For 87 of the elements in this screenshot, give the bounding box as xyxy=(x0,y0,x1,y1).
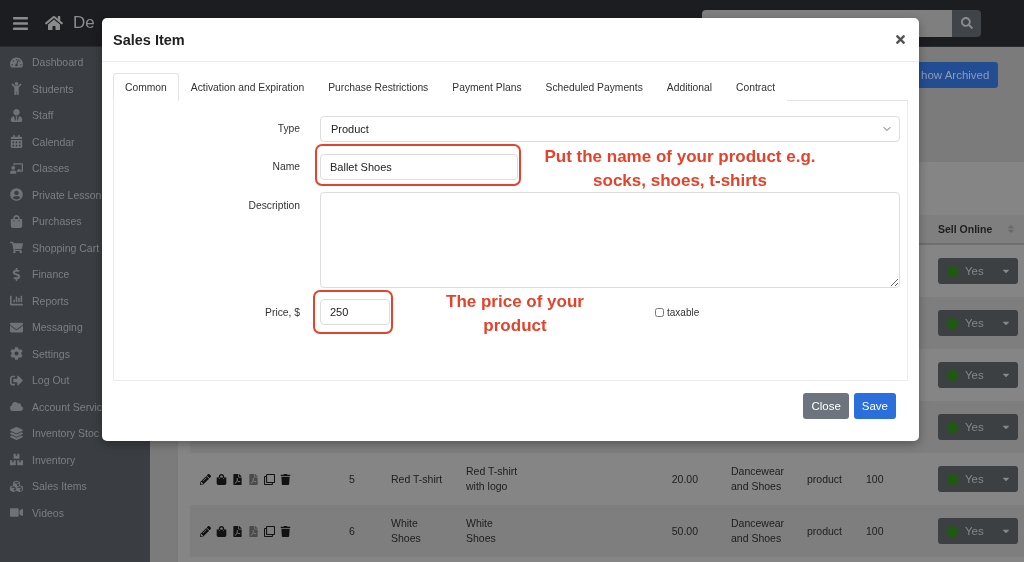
cart-icon xyxy=(8,241,25,255)
table-cell-text: White Shoes xyxy=(465,516,497,546)
sidebar-item[interactable]: Log Out xyxy=(0,367,150,394)
table-cell-text: Red T-shirt xyxy=(390,471,444,487)
sidebar-item[interactable]: Inventory xyxy=(0,446,150,473)
pencil-icon[interactable] xyxy=(200,525,211,537)
bag-icon xyxy=(8,214,25,228)
search-button[interactable] xyxy=(952,9,981,37)
sell-online-dropdown[interactable]: Yes xyxy=(938,310,1018,336)
field-label: Price, $ xyxy=(264,306,300,320)
sidebar-item[interactable]: Staff xyxy=(0,102,150,129)
copy-icon[interactable] xyxy=(264,473,275,485)
home-icon[interactable] xyxy=(45,14,63,32)
save-button[interactable]: Save xyxy=(853,393,896,419)
sidebar-item[interactable]: Sales Items xyxy=(0,473,150,500)
sidebar-item[interactable]: Shopping Cart xyxy=(0,234,150,261)
table-cell-text: 20.00 xyxy=(670,471,699,487)
table-cell-text: 6 xyxy=(348,523,356,539)
pencil-icon[interactable] xyxy=(200,473,211,485)
table-cell-text: White Shoes xyxy=(390,516,422,546)
menu-icon[interactable] xyxy=(12,14,29,32)
table-cell-text: product xyxy=(806,471,844,487)
bag-icon[interactable] xyxy=(216,473,227,485)
table-cell-text: Red T-shirt with logo xyxy=(465,464,519,494)
bag-icon[interactable] xyxy=(216,525,227,537)
field-label: Name xyxy=(271,160,300,174)
layers-icon xyxy=(8,426,25,440)
sidebar-item[interactable]: Messaging xyxy=(0,314,150,341)
field-label: Type xyxy=(276,122,300,136)
annotation-text: The price of your product xyxy=(445,291,585,337)
type-select[interactable]: Product xyxy=(320,116,900,142)
envelope-icon xyxy=(8,320,25,334)
exit-icon xyxy=(8,373,25,387)
tab[interactable]: Common xyxy=(113,73,179,101)
calendar-icon xyxy=(8,135,25,149)
table-cell-text: product xyxy=(806,523,844,539)
pdf-file-icon[interactable] xyxy=(232,525,243,537)
table-cell-text: 50.00 xyxy=(670,523,699,539)
close-button[interactable]: Close xyxy=(803,393,849,419)
table-cell-text: Dancewear and Shoes xyxy=(730,464,785,494)
sidebar-item[interactable]: Dashboard xyxy=(0,49,150,76)
person-icon xyxy=(8,108,25,122)
table-cell-text: 5 xyxy=(348,471,356,487)
trash-icon[interactable] xyxy=(280,473,291,485)
sidebar-item[interactable]: Private Lesson xyxy=(0,181,150,208)
gauge-icon xyxy=(8,55,25,69)
sidebar-item[interactable]: Classes xyxy=(0,155,150,182)
copy-icon[interactable] xyxy=(264,525,275,537)
sell-online-dropdown[interactable]: Yes xyxy=(938,362,1018,388)
dialog-title: Sales Item xyxy=(113,31,185,48)
gear-icon xyxy=(8,347,25,361)
sidebar-item[interactable]: Calendar xyxy=(0,128,150,155)
table-cell-text: 100 xyxy=(865,523,885,539)
sell-online-dropdown[interactable]: Yes xyxy=(938,518,1018,544)
name-input[interactable]: Ballet Shoes xyxy=(320,154,518,180)
sidebar-item[interactable]: Account Servic xyxy=(0,393,150,420)
sidebar-item[interactable]: Videos xyxy=(0,499,150,526)
bar-chart-icon xyxy=(8,294,25,308)
close-icon[interactable] xyxy=(894,33,907,46)
description-field[interactable] xyxy=(320,192,900,288)
price-input[interactable]: 250 xyxy=(320,299,390,325)
trash-icon[interactable] xyxy=(280,525,291,537)
sidebar-item[interactable]: Finance xyxy=(0,261,150,288)
video-camera-icon xyxy=(8,506,25,520)
annotation-text: Put the name of your product e.g. socks, shoes, t-shirts xyxy=(543,146,817,192)
column-header: Sell Online xyxy=(938,223,993,235)
field-label: Description xyxy=(247,199,300,213)
taxable-checkbox[interactable] xyxy=(655,307,664,317)
table-cell-text: Dancewear and Shoes xyxy=(730,516,785,546)
sell-online-dropdown[interactable]: Yes xyxy=(938,258,1018,284)
sidebar-item[interactable]: Purchases xyxy=(0,208,150,235)
show-archived-button[interactable]: how Archived xyxy=(919,62,998,88)
checkbox-label: taxable xyxy=(667,306,700,318)
boxes-icon xyxy=(8,453,25,467)
presenter-icon xyxy=(8,161,25,175)
sell-online-dropdown[interactable]: Yes xyxy=(938,414,1018,440)
brand-name[interactable]: De xyxy=(73,13,95,33)
search-icon xyxy=(960,17,973,29)
table-cell-text: 100 xyxy=(865,471,885,487)
sidebar-item[interactable]: Settings xyxy=(0,340,150,367)
sell-online-dropdown[interactable]: Yes xyxy=(938,466,1018,492)
cloud-icon xyxy=(8,400,25,414)
cubes-icon xyxy=(8,479,25,493)
pdf-file-icon[interactable] xyxy=(232,473,243,485)
sidebar-item[interactable]: Inventory Stoc xyxy=(0,420,150,447)
sidebar-item[interactable]: Reports xyxy=(0,287,150,314)
pdf-file-icon[interactable] xyxy=(248,473,259,485)
